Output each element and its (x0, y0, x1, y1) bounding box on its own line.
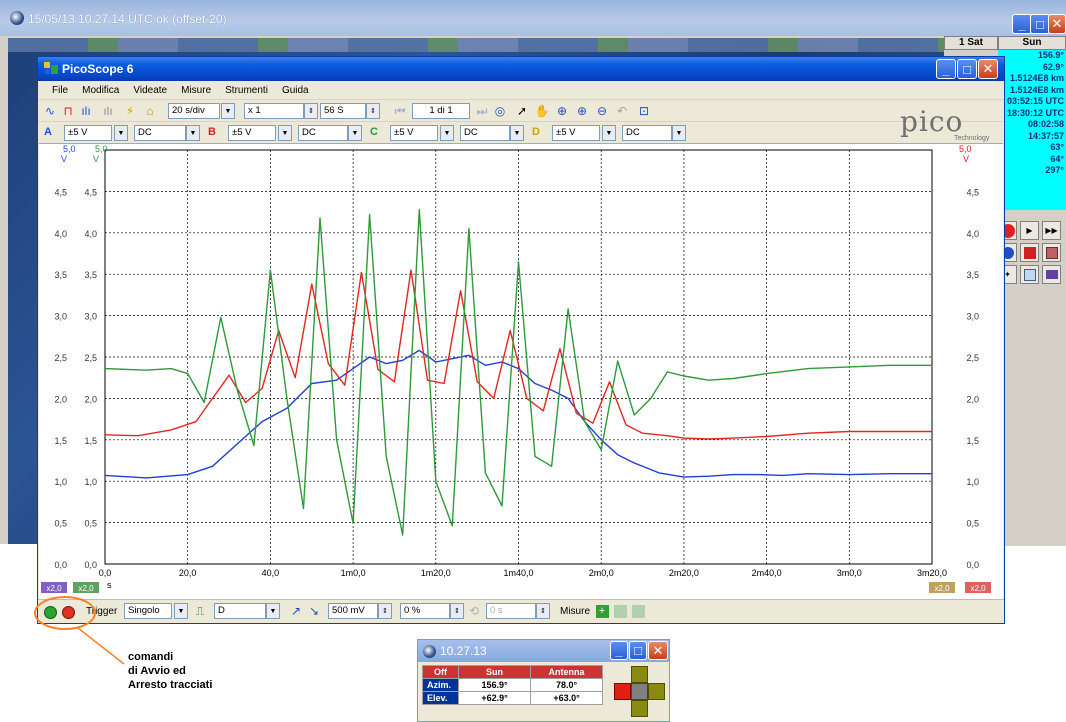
annotation-text: comandi di Avvio ed Arresto tracciati (128, 650, 212, 692)
tracking-status-window: 10.27.13 _ □ ✕ Off Sun Antenna Azim. 156… (417, 639, 670, 722)
direction-pad (614, 666, 666, 718)
maximize-icon: □ (634, 643, 642, 658)
sun-elevation: +62.9° (458, 691, 531, 705)
mini-maximize-button[interactable]: □ (629, 641, 647, 660)
sun-azimuth: 156.9° (458, 678, 531, 692)
row-label: Azim. (422, 678, 459, 692)
right-arrow-button[interactable] (648, 683, 665, 700)
down-arrow-button[interactable] (631, 700, 648, 717)
annotation-line: Arresto tracciati (128, 679, 213, 691)
table-row: Elev. +62.9° +63.0° (422, 691, 603, 705)
mini-title-bar: 10.27.13 _ □ ✕ (418, 640, 669, 662)
annotation-arrow (77, 627, 125, 665)
table-header-row: Off Sun Antenna (422, 665, 603, 679)
annotation-line: comandi (128, 651, 174, 663)
antenna-azimuth: 78.0° (530, 678, 603, 692)
header-cell: Off (422, 665, 459, 679)
mini-minimize-button[interactable]: _ (610, 641, 628, 660)
header-cell: Antenna (530, 665, 603, 679)
tracking-table: Off Sun Antenna Azim. 156.9° 78.0° Elev.… (422, 665, 603, 705)
close-icon: ✕ (652, 642, 664, 658)
annotation-line: di Avvio ed (128, 665, 186, 677)
table-row: Azim. 156.9° 78.0° (422, 678, 603, 692)
minimize-icon: _ (615, 643, 623, 658)
up-arrow-button[interactable] (631, 666, 648, 683)
header-cell: Sun (458, 665, 531, 679)
mini-close-button[interactable]: ✕ (648, 641, 668, 660)
row-label: Elev. (422, 691, 459, 705)
mini-window-title: 10.27.13 (440, 644, 487, 658)
left-arrow-button[interactable] (614, 683, 631, 700)
antenna-elevation: +63.0° (530, 691, 603, 705)
center-button[interactable] (631, 683, 648, 700)
globe-icon (423, 645, 436, 658)
